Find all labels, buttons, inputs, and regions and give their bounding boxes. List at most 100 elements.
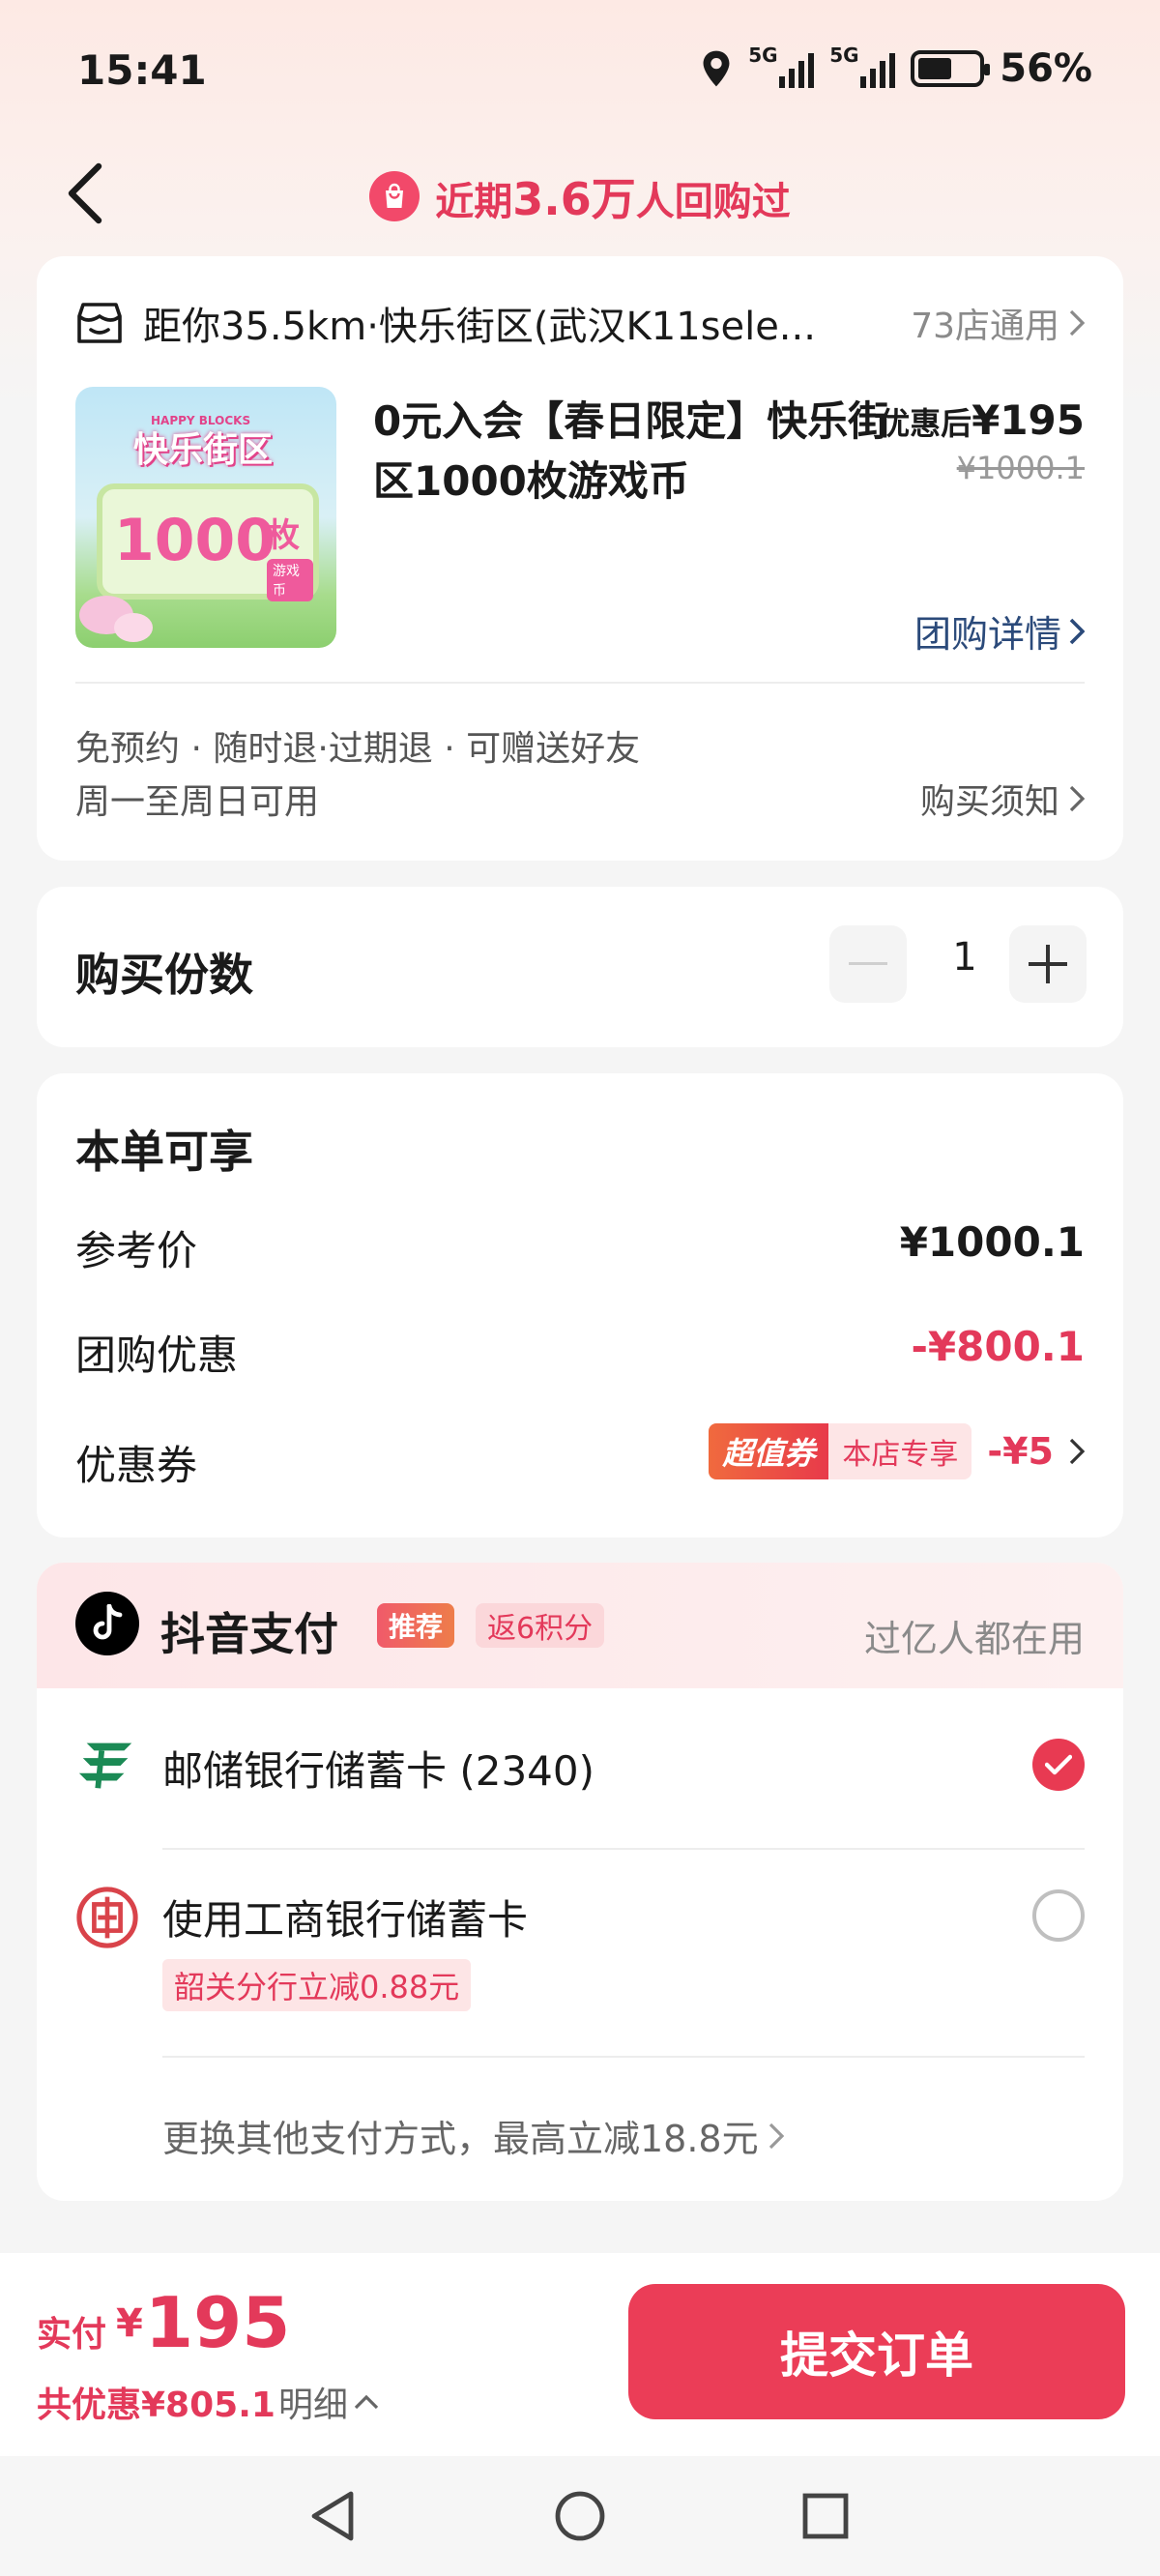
- paid-currency: ¥: [116, 2301, 143, 2346]
- plus-icon: [1029, 945, 1067, 983]
- system-recents-button[interactable]: [795, 2485, 856, 2547]
- flower-decoration: [114, 613, 153, 642]
- divider: [75, 682, 1085, 684]
- psbc-bank-icon: [78, 1742, 132, 1789]
- status-icons: 5G 5G 56%: [700, 44, 1092, 91]
- signal-icon: 5G: [829, 44, 896, 88]
- coupon-value: -¥5: [987, 1430, 1054, 1473]
- coupon-badge-type: 超值券: [709, 1423, 829, 1479]
- store-count-label: 73店通用: [911, 307, 1059, 346]
- circle-home-icon: [555, 2491, 605, 2541]
- store-icon: [77, 303, 122, 343]
- status-time: 15:41: [77, 46, 207, 94]
- coupon-badge: 超值券 本店专享: [709, 1423, 972, 1479]
- minus-icon: [849, 962, 887, 965]
- payment-title: 抖音支付: [160, 1608, 338, 1660]
- banner-suffix: 人回购过: [635, 180, 791, 224]
- chevron-right-icon: [1069, 309, 1085, 337]
- location-icon: [703, 50, 730, 87]
- battery-icon: [911, 50, 991, 87]
- system-nav-bar: [0, 2456, 1160, 2576]
- quantity-minus-button[interactable]: [829, 925, 907, 1003]
- payment-card: 抖音支付 推荐 返6积分 过亿人都在用 邮储银行储蓄卡 (2340) 使用工商银…: [37, 1563, 1123, 2201]
- store-name: 距你35.5km·快乐街区(武汉K11sele...: [143, 305, 816, 349]
- quantity-value: 1: [952, 935, 977, 980]
- divider: [162, 1848, 1085, 1850]
- square-recents-icon: [802, 2493, 849, 2539]
- douyin-logo-icon: [75, 1592, 139, 1655]
- network-type: 5G: [829, 44, 859, 67]
- payment-header: 抖音支付 推荐 返6积分 过亿人都在用: [37, 1563, 1123, 1688]
- triangle-back-icon: [311, 2491, 354, 2541]
- reference-price-label: 参考价: [75, 1227, 198, 1274]
- rules-line-2: 周一至周日可用: [75, 782, 320, 822]
- banner-prefix: 近期: [435, 180, 513, 224]
- system-back-button[interactable]: [302, 2485, 363, 2547]
- image-brand: 快乐街区: [133, 430, 274, 470]
- quantity-label: 购买份数: [75, 949, 253, 1001]
- image-tag: 游戏币: [267, 559, 313, 601]
- group-detail-link[interactable]: 团购详情: [914, 604, 1085, 658]
- chevron-right-icon: [1069, 1438, 1085, 1465]
- change-payment-label: 更换其他支付方式，最高立减18.8元: [162, 2118, 759, 2160]
- chevron-right-icon: [1069, 785, 1085, 812]
- payment-hint: 过亿人都在用: [863, 1618, 1085, 1660]
- price-value: ¥195: [972, 396, 1085, 444]
- quantity-plus-button[interactable]: [1009, 925, 1087, 1003]
- radio-checked-icon: [1032, 1739, 1085, 1791]
- system-home-button[interactable]: [549, 2485, 611, 2547]
- group-discount-value: -¥800.1: [911, 1323, 1085, 1370]
- submit-order-button[interactable]: 提交订单: [628, 2284, 1125, 2419]
- chevron-up-icon: [354, 2394, 379, 2410]
- payment-option-label: 邮储银行储蓄卡 (2340): [162, 1747, 595, 1795]
- product-card: 距你35.5km·快乐街区(武汉K11sele... 73店通用 HAPPY B…: [37, 256, 1123, 861]
- coupon-label: 优惠券: [75, 1442, 198, 1489]
- price-label: 优惠后: [879, 405, 972, 442]
- image-ticket: 1000 枚 游戏币: [97, 483, 319, 601]
- product-title[interactable]: 0元入会【春日限定】快乐街区1000枚游戏币: [373, 392, 895, 512]
- change-payment-method-link[interactable]: 更换其他支付方式，最高立减18.8元: [162, 2109, 784, 2162]
- detail-label: 明细: [278, 2386, 349, 2425]
- image-number: 1000: [114, 507, 276, 574]
- paid-label: 实付: [37, 2315, 107, 2355]
- network-type: 5G: [748, 44, 778, 67]
- payment-option-psbc[interactable]: 邮储银行储蓄卡 (2340): [37, 1688, 1123, 1843]
- rules-line-1: 免预约 · 随时退·过期退 · 可赠送好友: [75, 729, 641, 769]
- checkout-bar: 实付 ¥ 195 共优惠¥805.1 明细 提交订单: [0, 2253, 1160, 2456]
- icbc-bank-icon: [76, 1887, 138, 1948]
- points-badge: 返6积分: [476, 1603, 605, 1648]
- original-price: ¥1000.1: [956, 450, 1085, 486]
- paid-amount: 195: [145, 2282, 291, 2363]
- savings-detail-toggle[interactable]: 明细: [278, 2377, 379, 2427]
- status-bar: 15:41 5G 5G 56%: [0, 0, 1160, 145]
- chevron-right-icon: [768, 2122, 784, 2149]
- store-count-link[interactable]: 73店通用: [911, 298, 1085, 348]
- store-row[interactable]: 距你35.5km·快乐街区(武汉K11sele... 73店通用: [75, 295, 1085, 351]
- shopping-bag-icon: [369, 171, 420, 221]
- group-discount-label: 团购优惠: [75, 1332, 239, 1379]
- bank-discount-tag: 韶关分行立减0.88元: [162, 1959, 472, 2011]
- product-image[interactable]: HAPPY BLOCKS 快乐街区 1000 枚 游戏币: [75, 387, 336, 648]
- benefits-title: 本单可享: [75, 1126, 253, 1178]
- group-detail-label: 团购详情: [914, 613, 1061, 656]
- chevron-right-icon: [1069, 618, 1085, 644]
- banner-number: 3.6万: [512, 173, 636, 225]
- buy-notice-link[interactable]: 购买须知: [920, 774, 1085, 824]
- radio-unchecked-icon: [1032, 1889, 1085, 1942]
- benefits-card: 本单可享 参考价 ¥1000.1 团购优惠 -¥800.1 优惠券 超值券 本店…: [37, 1073, 1123, 1537]
- top-nav: 近期3.6万人回购过: [0, 145, 1160, 251]
- coupon-selector[interactable]: 超值券 本店专享 -¥5: [709, 1423, 1085, 1479]
- battery-percent: 56%: [1000, 46, 1092, 91]
- divider: [162, 2056, 1085, 2058]
- payment-option-label: 使用工商银行储蓄卡: [162, 1896, 529, 1944]
- price-after-discount: 优惠后¥195: [879, 396, 1085, 444]
- signal-icon: 5G: [748, 44, 815, 88]
- reference-price-value: ¥1000.1: [899, 1218, 1085, 1266]
- repurchase-banner: 近期3.6万人回购过: [0, 164, 1160, 228]
- image-unit: 枚: [267, 516, 300, 555]
- quantity-card: 购买份数 1: [37, 887, 1123, 1047]
- coupon-badge-scope: 本店专享: [828, 1423, 972, 1479]
- buy-notice-label: 购买须知: [919, 782, 1059, 822]
- total-savings: 共优惠¥805.1: [37, 2386, 276, 2425]
- recommend-badge: 推荐: [377, 1603, 455, 1648]
